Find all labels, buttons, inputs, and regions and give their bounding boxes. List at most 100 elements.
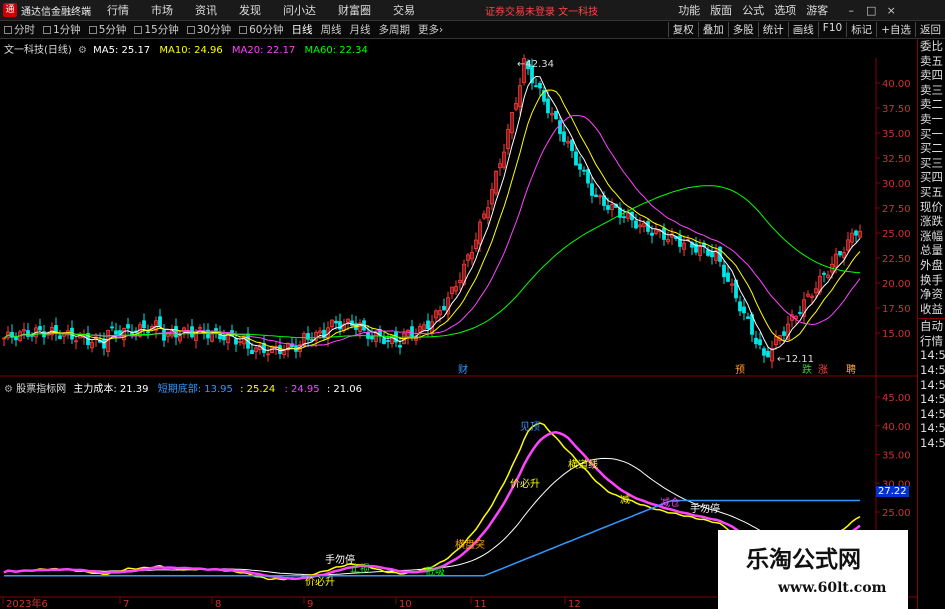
settings-icon[interactable]: ⚙: [4, 384, 13, 395]
quote-panel-item: 14:5: [920, 392, 945, 407]
axis-label: 20.00: [882, 279, 911, 290]
ma10-label: MA10: 24.96: [159, 45, 223, 56]
menu-ask[interactable]: 问小达: [283, 2, 316, 18]
menu-trade[interactable]: 交易: [393, 2, 415, 18]
adjust-button[interactable]: 复权: [667, 22, 698, 37]
chevron-right-icon: ›: [439, 23, 444, 36]
back-button[interactable]: 返回: [915, 22, 945, 37]
quote-panel-item: 卖二: [920, 97, 943, 112]
period-15min[interactable]: 15分钟: [134, 22, 179, 37]
candle-body: [798, 312, 802, 314]
candle-body: [594, 194, 598, 198]
indicator-annotation: 横盘突: [455, 538, 485, 551]
period-daily[interactable]: 日线: [292, 22, 313, 37]
menu-news[interactable]: 资讯: [195, 2, 217, 18]
axis-label: 37.50: [882, 104, 911, 115]
checkbox-icon: [88, 25, 97, 34]
candle-body: [754, 337, 758, 345]
indicator-annotation: 价必升: [305, 575, 335, 588]
candle-body: [738, 301, 742, 312]
period-more[interactable]: 更多 ›: [418, 22, 443, 37]
candle-body: [766, 350, 770, 358]
candle-body: [334, 320, 338, 324]
close-icon[interactable]: ×: [884, 4, 898, 17]
statistics-button[interactable]: 统计: [757, 22, 788, 37]
candle-body: [162, 329, 166, 341]
multi-stock-button[interactable]: 多股: [727, 22, 758, 37]
add-watchlist-button[interactable]: +自选: [876, 22, 915, 37]
minimize-icon[interactable]: –: [844, 4, 858, 17]
kline-chart[interactable]: 手勿停手勿停低吸价必升价必升横道线横盘突减 减仓见顶止损 财预跌涨聘 40.003…: [0, 39, 945, 609]
quote-panel-item: 卖四: [920, 68, 943, 83]
short-bottom-label: 短期底部: 13.95: [157, 384, 233, 395]
date-label: 11: [474, 599, 487, 609]
candle-body: [398, 344, 402, 348]
period-5min[interactable]: 5分钟: [88, 22, 126, 37]
candle-body: [114, 330, 118, 335]
axis-label: 25.00: [882, 508, 911, 519]
period-tick[interactable]: 分时: [4, 22, 35, 37]
quote-panel-item: 委比: [920, 39, 943, 53]
quote-panel-item: 净资: [920, 287, 943, 302]
period-monthly[interactable]: 月线: [350, 22, 371, 37]
indicator-annotation: 减仓: [660, 496, 680, 509]
axis-label: 25.00: [882, 229, 911, 240]
quote-panel-item: 行情: [920, 333, 943, 348]
axis-label: 17.50: [882, 304, 911, 315]
menu-layout[interactable]: 版面: [710, 2, 732, 18]
menu-formula[interactable]: 公式: [742, 2, 764, 18]
current-price-tag: 27.22: [876, 486, 909, 497]
menu-guest[interactable]: 游客: [806, 2, 828, 18]
candle-body: [710, 251, 714, 258]
menu-function[interactable]: 功能: [678, 2, 700, 18]
menu-options[interactable]: 选项: [774, 2, 796, 18]
date-label: 9: [307, 599, 313, 609]
login-notice[interactable]: 证券交易未登录 文一科技: [485, 3, 598, 18]
axis-label: 40.00: [882, 79, 911, 90]
watermark-title: 乐淘公式网: [746, 546, 861, 573]
f10-button[interactable]: F10: [817, 22, 846, 37]
date-label: 12: [568, 599, 581, 609]
quote-panel-item: 卖三: [920, 82, 943, 97]
axis-label: 22.50: [882, 254, 911, 265]
menu-quotes[interactable]: 行情: [107, 2, 129, 18]
white-line-label: : 21.06: [326, 384, 363, 395]
app-logo-icon: 通: [3, 3, 17, 17]
mark-button[interactable]: 标记: [846, 22, 876, 37]
candle-body: [622, 216, 626, 219]
menu-fortune[interactable]: 财富圈: [338, 2, 371, 18]
event-marker: 财: [458, 363, 468, 376]
date-label: 8: [215, 599, 221, 609]
draw-line-button[interactable]: 画线: [787, 22, 818, 37]
candle-body: [554, 110, 558, 120]
maximize-icon[interactable]: □: [864, 4, 878, 17]
candle-body: [578, 163, 582, 170]
candle-body: [250, 349, 254, 355]
ma20-line: [3, 114, 861, 347]
menu-market[interactable]: 市场: [151, 2, 173, 18]
candle-body: [222, 335, 226, 341]
ma5-label: MA5: 25.17: [93, 45, 151, 56]
candle-body: [838, 250, 842, 256]
period-60min[interactable]: 60分钟: [239, 22, 284, 37]
period-weekly[interactable]: 周线: [321, 22, 342, 37]
checkbox-icon: [239, 25, 248, 34]
overlay-button[interactable]: 叠加: [697, 22, 728, 37]
candle-body: [590, 183, 594, 196]
quote-panel-item: 总量: [920, 243, 943, 258]
period-multi[interactable]: 多周期: [379, 22, 411, 37]
ma20-label: MA20: 22.17: [231, 45, 296, 56]
candle-body: [854, 230, 858, 236]
axis-label: 40.00: [882, 422, 911, 433]
menu-discover[interactable]: 发现: [239, 2, 261, 18]
date-label: 7: [123, 599, 129, 609]
candle-body: [442, 306, 446, 311]
indicator-title: 股票指标网: [16, 384, 67, 395]
settings-icon[interactable]: ⚙: [78, 45, 87, 56]
checkbox-icon: [43, 25, 51, 34]
quote-panel-item: 14:5: [920, 363, 945, 378]
period-30min[interactable]: 30分钟: [186, 22, 231, 37]
moving-average-lines: [3, 75, 861, 352]
period-1min[interactable]: 1分钟: [43, 22, 81, 37]
candle-body: [426, 320, 430, 330]
